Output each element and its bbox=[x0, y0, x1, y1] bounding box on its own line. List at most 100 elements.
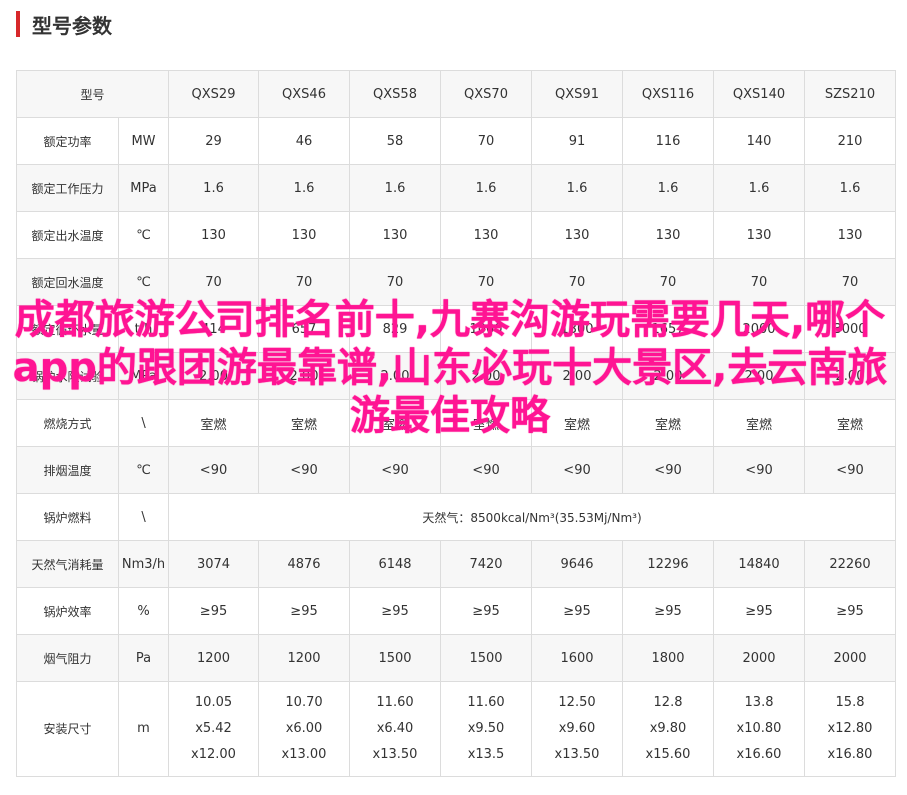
model-cell: QXS116 bbox=[622, 70, 715, 118]
value-cell: 46 bbox=[258, 117, 351, 165]
size-dimension: 11.60 bbox=[376, 695, 414, 710]
value-cell: 130 bbox=[804, 211, 897, 259]
model-cell: QXS70 bbox=[440, 70, 533, 118]
size-dimension: x13.5 bbox=[467, 747, 505, 762]
table-row: 额定功率 MW 29 46 58 70 91 116 140 210 bbox=[16, 117, 897, 165]
value-cell: 116 bbox=[622, 117, 715, 165]
value-cell: 91 bbox=[531, 117, 624, 165]
size-dimension: x9.60 bbox=[558, 721, 596, 736]
size-dimension: x6.40 bbox=[376, 721, 414, 736]
row-label: 安装尺寸 bbox=[16, 681, 119, 777]
value-cell: 1.6 bbox=[622, 164, 715, 212]
row-unit: m bbox=[117, 681, 170, 777]
value-cell: 1200 bbox=[168, 634, 260, 682]
row-label: 排烟温度 bbox=[16, 446, 119, 494]
size-dimension: x16.60 bbox=[736, 747, 782, 762]
title-accent-bar bbox=[16, 11, 20, 37]
value-cell: 130 bbox=[258, 211, 351, 259]
header-label: 型号 bbox=[15, 70, 170, 118]
value-cell: 3074 bbox=[168, 540, 260, 588]
value-cell: 130 bbox=[168, 211, 260, 259]
value-cell: 130 bbox=[531, 211, 624, 259]
value-cell: 1.6 bbox=[168, 164, 260, 212]
value-cell: 12296 bbox=[622, 540, 715, 588]
row-label: 额定功率 bbox=[16, 117, 119, 165]
size-dimension: 12.50 bbox=[558, 695, 596, 710]
size-cell: 15.8 x12.80 x16.80 bbox=[804, 681, 897, 777]
value-cell: 2000 bbox=[804, 634, 897, 682]
section-title: 型号参数 bbox=[32, 13, 112, 38]
value-cell: <90 bbox=[258, 446, 351, 494]
size-cell: 12.50 x9.60 x13.50 bbox=[531, 681, 624, 777]
size-dimension: x13.50 bbox=[372, 747, 418, 762]
row-label: 锅炉效率 bbox=[16, 587, 119, 635]
size-cell: 12.8 x9.80 x15.60 bbox=[622, 681, 715, 777]
row-label: 锅炉燃料 bbox=[16, 493, 119, 541]
model-cell: QXS29 bbox=[168, 70, 260, 118]
value-cell: 1.6 bbox=[440, 164, 533, 212]
value-cell: 9646 bbox=[531, 540, 624, 588]
value-cell: ≥95 bbox=[349, 587, 442, 635]
row-unit: ℃ bbox=[117, 446, 170, 494]
value-cell: 70 bbox=[440, 117, 533, 165]
model-cell: QXS46 bbox=[258, 70, 351, 118]
size-dimension: x10.80 bbox=[736, 721, 782, 736]
value-cell: 58 bbox=[349, 117, 442, 165]
table-row: 排烟温度 ℃ <90 <90 <90 <90 <90 <90 <90 <90 bbox=[16, 446, 897, 494]
value-cell: ≥95 bbox=[258, 587, 351, 635]
row-unit: % bbox=[117, 587, 170, 635]
value-cell: 1.6 bbox=[258, 164, 351, 212]
row-unit: Pa bbox=[117, 634, 170, 682]
value-cell: 130 bbox=[349, 211, 442, 259]
value-cell: 22260 bbox=[804, 540, 897, 588]
value-cell: ≥95 bbox=[804, 587, 897, 635]
row-label: 额定出水温度 bbox=[16, 211, 119, 259]
value-cell: 1200 bbox=[258, 634, 351, 682]
size-dimension: 10.70 bbox=[285, 695, 323, 710]
value-cell: 7420 bbox=[440, 540, 533, 588]
value-cell: <90 bbox=[440, 446, 533, 494]
value-cell: ≥95 bbox=[622, 587, 715, 635]
size-dimension: x16.80 bbox=[827, 747, 873, 762]
value-cell: 1600 bbox=[531, 634, 624, 682]
table-row: 锅炉燃料 \ 天然气：8500kcal/Nm³(35.53Mj/Nm³) bbox=[16, 493, 897, 541]
size-dimension: x12.80 bbox=[827, 721, 873, 736]
value-cell: 1.6 bbox=[531, 164, 624, 212]
value-cell: 130 bbox=[440, 211, 533, 259]
fuel-value-cell: 天然气：8500kcal/Nm³(35.53Mj/Nm³) bbox=[168, 493, 897, 541]
value-cell: 140 bbox=[713, 117, 806, 165]
value-cell: 6148 bbox=[349, 540, 442, 588]
value-cell: 1500 bbox=[349, 634, 442, 682]
table-row: 安装尺寸 m 10.05 x5.42 x12.00 10.70 x6.00 x13.00 11.… bbox=[16, 681, 897, 777]
size-dimension: 12.8 bbox=[653, 695, 683, 710]
table-row: 锅炉效率% ≥95 ≥95 ≥95 ≥95 ≥95 ≥95 ≥95 ≥95 bbox=[16, 587, 897, 635]
overlay-text: 成都旅游公司排名前十,九寨沟游玩需要几天,哪个app的跟团游最靠谱,山东必玩十大… bbox=[12, 297, 888, 439]
model-cell: QXS91 bbox=[531, 70, 624, 118]
value-cell: <90 bbox=[168, 446, 260, 494]
value-cell: 1.6 bbox=[804, 164, 897, 212]
model-cell: QXS58 bbox=[349, 70, 442, 118]
value-cell: 1.6 bbox=[349, 164, 442, 212]
value-cell: 14840 bbox=[713, 540, 806, 588]
size-cell: 10.70 x6.00 x13.00 bbox=[258, 681, 351, 777]
size-cell: 10.05 x5.42 x12.00 bbox=[168, 681, 260, 777]
value-cell: 1800 bbox=[622, 634, 715, 682]
size-dimension: x9.80 bbox=[649, 721, 687, 736]
value-cell: ≥95 bbox=[713, 587, 806, 635]
table-row: 烟气阻力 Pa 1200 1200 1500 1500 1600 1800 2000 2000 bbox=[16, 634, 897, 682]
value-cell: 1500 bbox=[440, 634, 533, 682]
size-dimension: 10.05 bbox=[194, 695, 233, 710]
value-cell: 29 bbox=[168, 117, 260, 165]
header-row: 型号 QXS29 QXS46 QXS58 QXS70 QXS91 QXS116 … bbox=[15, 70, 897, 118]
value-cell: <90 bbox=[349, 446, 442, 494]
value-cell: ≥95 bbox=[168, 587, 260, 635]
size-cell: 11.60 x9.50 x13.5 bbox=[440, 681, 533, 777]
model-cell: QXS140 bbox=[713, 70, 806, 118]
table-row: 天然气消耗量 Nm3/h 3074 4876 6148 7420 9646 12296 1484… bbox=[16, 540, 897, 588]
value-cell: 130 bbox=[713, 211, 806, 259]
row-unit: Nm3/h bbox=[117, 540, 170, 588]
row-unit: \ bbox=[117, 493, 170, 541]
row-unit: ℃ bbox=[117, 211, 170, 259]
size-cell: 11.60 x6.40 x13.50 bbox=[349, 681, 442, 777]
size-dimension: x6.00 bbox=[285, 721, 323, 736]
